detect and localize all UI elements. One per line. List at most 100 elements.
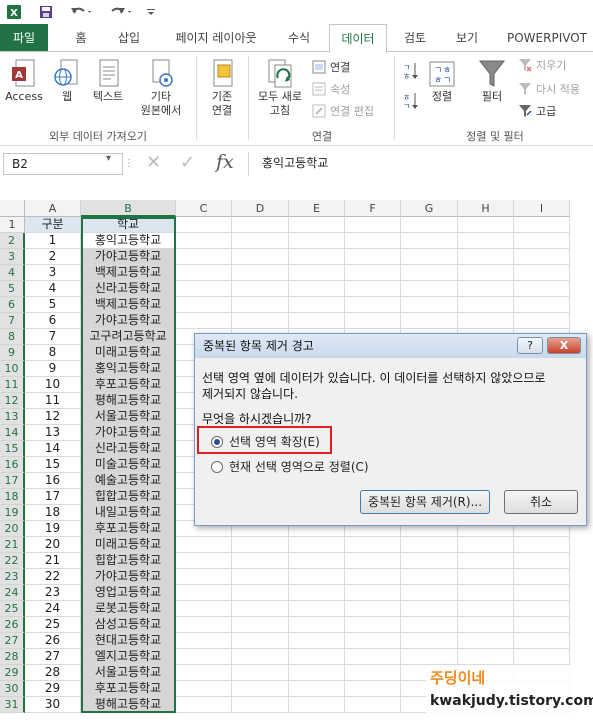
empty-cell[interactable] [458,569,514,585]
empty-cell[interactable] [289,217,345,233]
cell-category[interactable]: 19 [25,521,81,537]
empty-cell[interactable] [232,265,289,281]
empty-cell[interactable] [232,585,289,601]
empty-cell[interactable] [176,297,232,313]
cancel-button[interactable]: 취소 [504,490,578,514]
empty-cell[interactable] [232,553,289,569]
cell-category[interactable]: 23 [25,585,81,601]
row-header[interactable]: 17 [0,473,25,489]
empty-cell[interactable] [289,649,345,665]
empty-cell[interactable] [232,697,289,713]
cell-category[interactable]: 9 [25,361,81,377]
empty-cell[interactable] [345,265,401,281]
empty-cell[interactable] [345,217,401,233]
column-header-h[interactable]: H [458,200,514,217]
empty-cell[interactable] [289,697,345,713]
empty-cell[interactable] [401,569,458,585]
empty-cell[interactable] [176,697,232,713]
empty-cell[interactable] [176,633,232,649]
column-header-f[interactable]: F [345,200,401,217]
empty-cell[interactable] [458,649,514,665]
empty-cell[interactable] [514,537,570,553]
row-header[interactable]: 26 [0,617,25,633]
empty-cell[interactable] [458,617,514,633]
cancel-entry-icon[interactable]: ✕ [146,152,161,173]
cell-category[interactable]: 3 [25,265,81,281]
column-header-i[interactable]: I [514,200,570,217]
empty-cell[interactable] [401,217,458,233]
cell-category[interactable]: 1 [25,233,81,249]
empty-cell[interactable] [458,601,514,617]
empty-cell[interactable] [176,601,232,617]
edit-links-button[interactable]: 연결 편집 [312,102,374,120]
empty-cell[interactable] [514,569,570,585]
empty-cell[interactable] [176,281,232,297]
empty-cell[interactable] [345,649,401,665]
cell-category[interactable]: 27 [25,649,81,665]
empty-cell[interactable] [289,233,345,249]
empty-cell[interactable] [232,233,289,249]
empty-cell[interactable] [514,265,570,281]
row-header[interactable]: 2 [0,233,25,249]
row-header[interactable]: 7 [0,313,25,329]
empty-cell[interactable] [345,633,401,649]
reapply-button[interactable]: 다시 적용 [518,80,580,98]
empty-cell[interactable] [458,217,514,233]
empty-cell[interactable] [345,281,401,297]
refresh-all-button[interactable]: 모두 새로 고침 [252,58,308,118]
cell-category[interactable]: 16 [25,473,81,489]
empty-cell[interactable] [176,233,232,249]
row-header[interactable]: 4 [0,265,25,281]
empty-cell[interactable] [401,649,458,665]
tab-view[interactable]: 보기 [446,24,488,52]
empty-cell[interactable] [176,665,232,681]
cell-category[interactable]: 13 [25,425,81,441]
empty-cell[interactable] [289,665,345,681]
empty-cell[interactable] [232,617,289,633]
help-button[interactable]: ? [517,337,543,354]
customize-icon[interactable] [144,2,158,22]
cell-category[interactable]: 21 [25,553,81,569]
row-header[interactable]: 6 [0,297,25,313]
save-icon[interactable] [36,2,56,22]
tab-powerpivot[interactable]: POWERPIVOT [504,24,590,52]
row-header[interactable]: 8 [0,329,25,345]
empty-cell[interactable] [401,297,458,313]
empty-cell[interactable] [345,249,401,265]
empty-cell[interactable] [401,537,458,553]
empty-cell[interactable] [289,265,345,281]
empty-cell[interactable] [232,649,289,665]
other-sources-button[interactable]: 기타 원본에서 [136,58,186,118]
empty-cell[interactable] [514,297,570,313]
empty-cell[interactable] [458,233,514,249]
empty-cell[interactable] [345,617,401,633]
insert-function-icon[interactable]: fx [216,151,234,173]
tab-insert[interactable]: 삽입 [108,24,150,52]
empty-cell[interactable] [232,249,289,265]
tab-review[interactable]: 검토 [394,24,436,52]
row-header[interactable]: 14 [0,425,25,441]
empty-cell[interactable] [345,681,401,697]
empty-cell[interactable] [289,585,345,601]
tab-formulas[interactable]: 수식 [278,24,320,52]
excel-icon[interactable]: X [4,2,24,22]
row-header[interactable]: 22 [0,553,25,569]
column-header-d[interactable]: D [232,200,289,217]
row-header[interactable]: 11 [0,377,25,393]
empty-cell[interactable] [458,265,514,281]
empty-cell[interactable] [401,553,458,569]
cell-category[interactable]: 22 [25,569,81,585]
cell-category[interactable]: 10 [25,377,81,393]
close-button[interactable]: X [547,337,581,354]
row-header[interactable]: 25 [0,601,25,617]
empty-cell[interactable] [458,297,514,313]
column-header-a[interactable]: A [25,200,81,217]
cell-category[interactable]: 11 [25,393,81,409]
empty-cell[interactable] [232,217,289,233]
empty-cell[interactable] [232,665,289,681]
empty-cell[interactable] [289,313,345,329]
advanced-filter-button[interactable]: 고급 [518,102,556,120]
formula-input[interactable]: 홍익고등학교 [254,153,590,175]
empty-cell[interactable] [401,633,458,649]
empty-cell[interactable] [345,313,401,329]
